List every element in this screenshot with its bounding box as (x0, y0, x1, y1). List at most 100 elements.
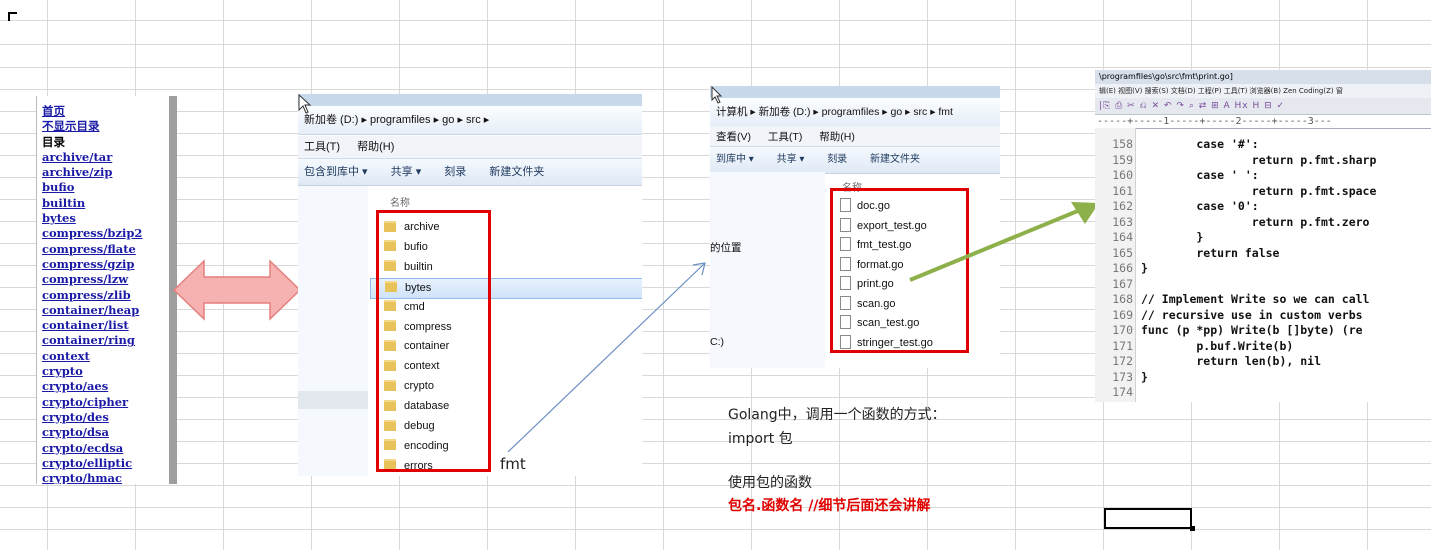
package-link[interactable]: crypto/des (42, 410, 109, 424)
explorer-titlebar (298, 94, 642, 106)
menu-help[interactable]: 帮助(H) (357, 141, 394, 153)
editor-ruler: -----+-----1-----+-----2-----+-----3--- (1095, 115, 1431, 129)
include-in-library-button[interactable]: 到库中 ▾ (716, 154, 754, 165)
package-link[interactable]: compress/zlib (42, 288, 131, 302)
editor-toolbar[interactable]: |⎘ ⎙ ✂ ⎌ ✕ ↶ ↷ ⌕ ⇄ ⊞ A Hx H ⊟ ✓ (1095, 98, 1431, 115)
highlight-box-folders (376, 210, 491, 472)
code-line: 161 return p.fmt.space (1095, 184, 1376, 200)
package-list-item[interactable]: archive/tar (42, 150, 177, 165)
package-link[interactable]: bytes (42, 211, 76, 225)
address-bar[interactable]: 新加卷 (D:) ▸ programfiles ▸ go ▸ src ▸ (298, 106, 642, 135)
include-in-library-button[interactable]: 包含到库中 ▾ (304, 166, 368, 178)
package-link[interactable]: 不显示目录 (42, 119, 100, 133)
burn-button[interactable]: 刻录 (444, 166, 466, 178)
package-link[interactable]: container/ring (42, 333, 135, 347)
new-folder-button[interactable]: 新建文件夹 (489, 166, 544, 178)
line-number: 173 (1112, 369, 1133, 384)
menu-help[interactable]: 帮助(H) (819, 131, 855, 143)
note-line-3: 使用包的函数 (728, 475, 812, 491)
navigation-pane-strip (298, 391, 368, 409)
line-number: 165 (1112, 245, 1133, 260)
package-list-item[interactable]: archive/zip (42, 165, 177, 180)
package-list-item[interactable]: context (42, 349, 177, 364)
column-header-name[interactable]: 名称 (390, 194, 410, 209)
menu-view[interactable]: 查看(V) (716, 131, 751, 143)
package-list-item[interactable]: compress/lzw (42, 272, 177, 287)
package-list-item[interactable]: crypto/des (42, 410, 177, 425)
package-list-item[interactable]: crypto/dsa (42, 425, 177, 440)
package-link[interactable]: context (42, 349, 90, 363)
pointer-arrow-green (909, 202, 1099, 282)
command-bar: 包含到库中 ▾ 共享 ▾ 刻录 新建文件夹 (298, 158, 642, 186)
line-number: 160 (1112, 168, 1133, 182)
line-number: 162 (1112, 199, 1133, 213)
line-number: 163 (1112, 214, 1133, 229)
line-number: 174 (1112, 385, 1133, 399)
package-link[interactable]: container/list (42, 318, 129, 332)
code-line: 162 case '0': (1095, 199, 1258, 215)
package-link[interactable]: compress/lzw (42, 272, 128, 286)
package-list-item[interactable]: container/ring (42, 333, 177, 348)
code-text: return p.fmt.zero (1141, 214, 1370, 229)
code-text: case ' ': (1141, 168, 1259, 182)
code-line: 169 // recursive use in custom verbs (1095, 308, 1362, 324)
menu-tools[interactable]: 工具(T) (768, 131, 802, 143)
fill-handle[interactable] (1190, 526, 1195, 531)
line-number: 158 (1112, 137, 1133, 151)
package-link[interactable]: archive/tar (42, 150, 112, 164)
new-folder-button[interactable]: 新建文件夹 (870, 154, 920, 165)
package-link[interactable]: crypto/elliptic (42, 456, 132, 470)
package-list-item[interactable]: compress/flate (42, 242, 177, 257)
package-link[interactable]: archive/zip (42, 165, 112, 179)
code-editor-window: \programfiles\go\src\fmt\print.go] 辑(E) … (1095, 70, 1431, 402)
package-list-item[interactable]: bytes (42, 211, 177, 226)
package-link[interactable]: crypto/cipher (42, 395, 128, 409)
package-list-item[interactable]: crypto/cipher (42, 395, 177, 410)
package-link[interactable]: crypto/dsa (42, 425, 109, 439)
package-list-item[interactable]: compress/zlib (42, 288, 177, 303)
editor-menu-bar[interactable]: 辑(E) 视图(V) 搜索(S) 文档(D) 工程(P) 工具(T) 浏览器(B… (1095, 84, 1431, 98)
package-list-item[interactable]: crypto/aes (42, 379, 177, 394)
package-list-item[interactable]: 不显示目录 (42, 119, 177, 134)
code-text: } (1141, 230, 1204, 244)
package-list-item[interactable]: crypto/hmac (42, 471, 177, 484)
package-link[interactable]: container/heap (42, 303, 139, 317)
address-bar[interactable]: 计算机 ▸ 新加卷 (D:) ▸ programfiles ▸ go ▸ src… (710, 98, 1000, 127)
navigation-pane: 的位置 C:) (710, 172, 825, 368)
nav-location-item[interactable]: 的位置 (710, 240, 742, 255)
package-list-item[interactable]: compress/gzip (42, 257, 177, 272)
package-list-item[interactable]: container/list (42, 318, 177, 333)
package-link[interactable]: bufio (42, 180, 74, 194)
package-link[interactable]: compress/bzip2 (42, 226, 142, 240)
package-list-item[interactable]: crypto (42, 364, 177, 379)
package-link[interactable]: 首页 (42, 104, 65, 118)
package-list-item[interactable]: bufio (42, 180, 177, 195)
package-link[interactable]: crypto/aes (42, 379, 108, 393)
share-button[interactable]: 共享 ▾ (391, 166, 422, 178)
package-list-item[interactable]: compress/bzip2 (42, 226, 177, 241)
code-line: 160 case ' ': (1095, 168, 1259, 184)
navigation-pane (298, 186, 368, 476)
package-list-item[interactable]: container/heap (42, 303, 177, 318)
package-link[interactable]: builtin (42, 196, 85, 210)
package-list-item[interactable]: crypto/elliptic (42, 456, 177, 471)
burn-button[interactable]: 刻录 (827, 154, 847, 165)
package-link[interactable]: crypto/ecdsa (42, 441, 123, 455)
package-link[interactable]: crypto (42, 364, 83, 378)
menu-tools[interactable]: 工具(T) (304, 141, 340, 153)
package-list-item[interactable]: crypto/ecdsa (42, 441, 177, 456)
package-list-item[interactable]: 首页 (42, 104, 177, 119)
selected-cell[interactable] (1104, 508, 1192, 529)
package-link[interactable]: crypto/hmac (42, 471, 122, 484)
code-text: func (p *pp) Write(b []byte) (re (1141, 323, 1363, 337)
double-arrow-icon (172, 259, 302, 321)
cursor-arrow-icon (711, 86, 723, 104)
code-text: } (1141, 261, 1148, 275)
package-list-item[interactable]: builtin (42, 196, 177, 211)
package-link[interactable]: compress/flate (42, 242, 136, 256)
nav-drive-item[interactable]: C:) (710, 336, 724, 348)
package-link[interactable]: compress/gzip (42, 257, 134, 271)
menu-bar: 工具(T) 帮助(H) (298, 136, 642, 158)
code-line: 168 // Implement Write so we can call (1095, 292, 1369, 308)
share-button[interactable]: 共享 ▾ (777, 154, 805, 165)
